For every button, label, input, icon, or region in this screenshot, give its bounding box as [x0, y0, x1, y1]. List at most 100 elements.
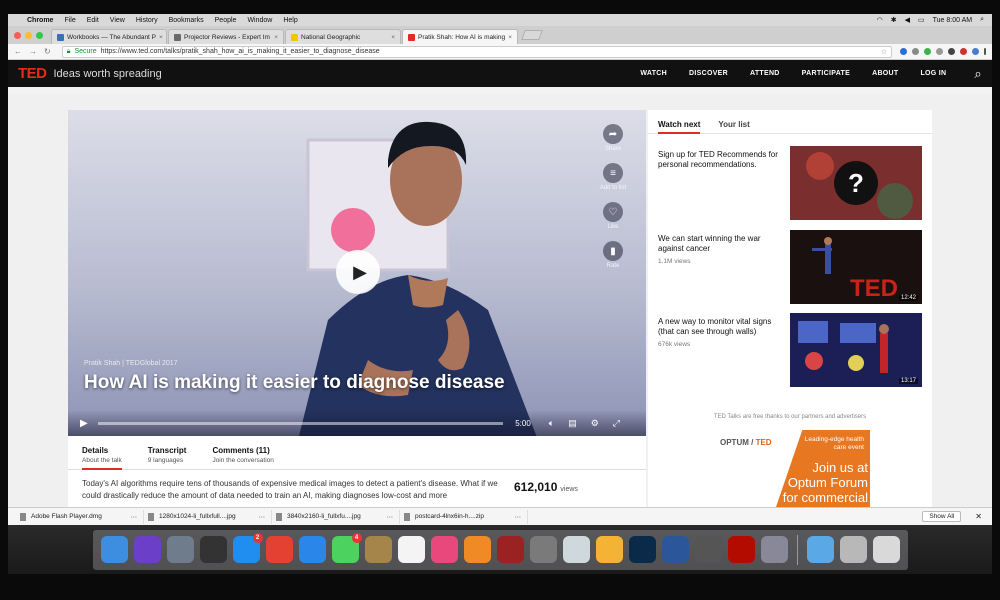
more-options-icon[interactable]: ⋯ [259, 513, 266, 521]
extension-icon[interactable] [912, 48, 919, 55]
menu-edit[interactable]: Edit [87, 17, 99, 24]
volume-icon[interactable]: ◀ [905, 16, 910, 24]
tab-your-list[interactable]: Your list [718, 120, 749, 133]
video-player[interactable]: ▶ Pratik Shah | TEDGlobal 2017 How AI is… [68, 110, 646, 436]
reload-icon[interactable]: ↻ [44, 47, 51, 56]
app-store-icon[interactable]: 2 [232, 533, 263, 563]
more-options-icon[interactable]: ⋯ [515, 513, 522, 521]
extension-icon[interactable] [936, 48, 943, 55]
extension-icon[interactable] [924, 48, 931, 55]
tab-details[interactable]: Details About the talk [82, 446, 122, 470]
messages-icon[interactable]: 4 [331, 533, 362, 563]
image-capture-icon[interactable] [760, 536, 788, 563]
chrome-menu-icon[interactable] [984, 48, 986, 55]
extension-icon[interactable] [900, 48, 907, 55]
nav-participate[interactable]: PARTICIPATE [802, 70, 850, 77]
calculator-icon[interactable] [694, 536, 722, 563]
nav-discover[interactable]: DISCOVER [689, 70, 728, 77]
system-preferences-icon[interactable] [529, 536, 557, 563]
tab-national-geographic[interactable]: National Geographic × [285, 29, 401, 44]
menu-file[interactable]: File [64, 17, 75, 24]
download-item[interactable]: 1280x1024-li_fullxfull....jpg ⋯ [144, 509, 272, 524]
finder-icon[interactable] [100, 536, 128, 563]
rate-button[interactable]: ▮ Rate [598, 241, 628, 269]
list-item[interactable]: A new way to monitor vital signs (that c… [658, 313, 924, 389]
acrobat-icon[interactable] [727, 536, 755, 563]
zoom-window-icon[interactable] [36, 31, 43, 39]
tab-close-icon[interactable]: × [388, 34, 395, 41]
tab-close-icon[interactable]: × [505, 34, 512, 41]
safari-icon[interactable] [298, 536, 326, 563]
close-icon[interactable]: ✕ [975, 512, 982, 521]
tab-transcript[interactable]: Transcript 9 languages [148, 446, 187, 469]
siri-icon[interactable] [133, 536, 161, 563]
subtitles-icon[interactable]: ▤ [568, 418, 577, 429]
video-progress-bar[interactable] [97, 421, 504, 425]
play-button[interactable]: ▶ [336, 250, 380, 294]
back-arrow-icon[interactable]: ← [14, 47, 22, 56]
search-icon[interactable]: ⌕ [974, 66, 982, 82]
forward-arrow-icon[interactable]: → [29, 47, 37, 56]
close-window-icon[interactable] [14, 31, 21, 39]
calendar-icon[interactable] [397, 536, 425, 563]
control-play-icon[interactable]: ▶ [80, 418, 88, 429]
tab-projector-reviews[interactable]: Projector Reviews - Expert Im × [168, 29, 284, 44]
tab-ted-talk[interactable]: Pratik Shah: How AI is making × [402, 29, 518, 44]
menubar-clock[interactable]: Tue 8:00 AM [933, 17, 972, 24]
mission-control-icon[interactable] [199, 536, 227, 563]
photoshop-icon[interactable] [628, 536, 656, 563]
bluetooth-icon[interactable]: ✱ [891, 16, 897, 24]
show-all-downloads-button[interactable]: Show All [922, 511, 962, 522]
list-item[interactable]: We can start winning the war against can… [658, 230, 924, 306]
word-icon[interactable] [661, 536, 689, 563]
downloads-stack-icon[interactable] [839, 536, 867, 563]
download-item[interactable]: postcard-4lnx6in-h....zip ⋯ [400, 509, 528, 524]
contacts-icon[interactable] [364, 536, 392, 563]
more-options-icon[interactable]: ⋯ [387, 513, 394, 521]
chrome-icon[interactable] [265, 536, 293, 563]
share-button[interactable]: ➦ Share [598, 124, 628, 152]
tab-comments[interactable]: Comments (11) Join the conversation [212, 446, 273, 469]
nav-log-in[interactable]: LOG IN [920, 70, 946, 77]
more-options-icon[interactable]: ⋯ [131, 513, 138, 521]
menu-help[interactable]: Help [283, 17, 297, 24]
itunes-icon[interactable] [430, 536, 458, 563]
app-menu-chrome[interactable]: Chrome [27, 17, 53, 24]
menu-history[interactable]: History [136, 17, 158, 24]
like-button[interactable]: ♡ Like [598, 202, 628, 230]
photos-icon[interactable] [595, 536, 623, 563]
spotlight-icon[interactable]: ⌕ [980, 16, 984, 24]
photo-booth-icon[interactable] [496, 536, 524, 563]
add-to-list-button[interactable]: ≡ Add to list [598, 163, 628, 191]
tab-watch-next[interactable]: Watch next [658, 120, 701, 134]
folder-icon[interactable] [806, 536, 834, 563]
download-item[interactable]: Adobe Flash Player.dmg ⋯ [16, 509, 144, 524]
fullscreen-icon[interactable]: ⤢ [613, 418, 620, 429]
recommend-signup-item[interactable]: Sign up for TED Recommends for personal … [658, 146, 924, 222]
download-item[interactable]: 3840x2160-li_fullxfu....jpg ⋯ [272, 509, 400, 524]
nav-watch[interactable]: WATCH [640, 70, 667, 77]
wifi-icon[interactable]: ◠ [877, 16, 883, 24]
battery-icon[interactable]: ▭ [918, 16, 925, 24]
launchpad-icon[interactable] [166, 536, 194, 563]
trash-icon[interactable] [872, 536, 900, 563]
tab-close-icon[interactable]: × [156, 34, 163, 41]
tab-close-icon[interactable]: × [271, 34, 278, 41]
menu-window[interactable]: Window [247, 17, 272, 24]
preview-icon[interactable] [562, 536, 590, 563]
extension-icon[interactable] [948, 48, 955, 55]
sponsor-ad[interactable]: OPTUM / TED Leading-edge health care eve… [720, 430, 870, 507]
menu-people[interactable]: People [215, 17, 237, 24]
menu-view[interactable]: View [110, 17, 125, 24]
tab-workbooks[interactable]: Workbooks — The Abundant P × [51, 29, 167, 44]
ted-logo[interactable]: TED [18, 65, 47, 82]
nav-about[interactable]: ABOUT [872, 70, 898, 77]
settings-gear-icon[interactable]: ⚙ [591, 418, 599, 429]
url-input[interactable]: 🔒︎ Secure https://www.ted.com/talks/prat… [61, 45, 892, 58]
nav-attend[interactable]: ATTEND [750, 70, 780, 77]
volume-icon[interactable]: 🔈︎ [549, 418, 554, 429]
new-tab-button[interactable] [521, 30, 543, 40]
extension-icon[interactable] [960, 48, 967, 55]
menu-bookmarks[interactable]: Bookmarks [169, 17, 204, 24]
profile-avatar[interactable] [972, 48, 979, 55]
